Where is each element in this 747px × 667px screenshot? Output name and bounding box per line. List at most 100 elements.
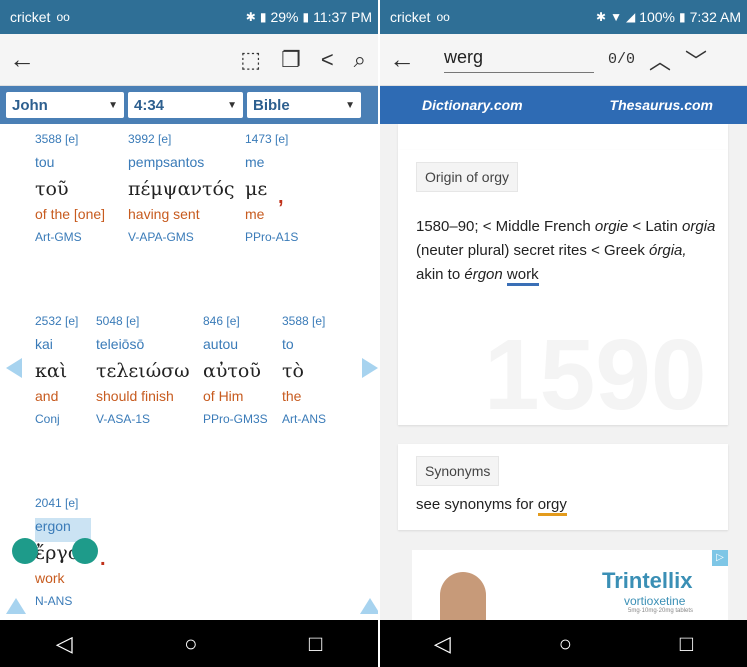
select-all-icon[interactable]: ⬚ [240, 47, 261, 73]
share-icon[interactable]: < [321, 47, 334, 73]
english-gloss: and [35, 388, 59, 404]
english-gloss: of Him [203, 388, 244, 404]
greek-word: τὸ [282, 360, 304, 382]
synonyms-text: see synonyms for orgy [416, 496, 567, 516]
voicemail-icon: oo [56, 10, 70, 24]
version-select[interactable]: Bible ▼ [247, 92, 361, 118]
nav-back-button[interactable]: ◁ [434, 631, 451, 657]
greek-word: καὶ [35, 360, 68, 382]
interlinear-word[interactable]: 3992 [e] pempsantos πέμψαντός having sen… [128, 132, 235, 244]
chevron-down-icon: ▼ [108, 99, 118, 111]
battery-icon: ▮ [302, 10, 310, 24]
bluetooth-icon: ✱ [596, 10, 607, 24]
nav-recents-button[interactable]: □ [680, 631, 693, 657]
chevron-down-icon: ▼ [345, 99, 355, 111]
transliteration: teleiōsō [96, 336, 145, 352]
ad-image [440, 572, 486, 620]
battery-percent: 100% [639, 9, 676, 25]
clock: 11:37 PM [313, 9, 372, 25]
wifi-icon: ▼ [610, 10, 622, 24]
back-arrow-icon[interactable]: ← [380, 44, 424, 75]
carrier-label: cricket [390, 9, 431, 25]
strongs-number[interactable]: 2041 [e] [35, 496, 91, 518]
signal-icon: ▮ [259, 10, 267, 24]
interlinear-word[interactable]: 3588 [e] tou τοῦ of the [one] Art-GMS [35, 132, 105, 244]
nav-recents-button[interactable]: □ [309, 631, 322, 657]
previous-verse-icon[interactable] [6, 358, 22, 378]
interlinear-word[interactable]: 5048 [e] teleiōsō τελειώσω should finish… [96, 314, 190, 426]
english-gloss: having sent [128, 206, 200, 222]
android-nav-bar: ◁ ○ □ [380, 620, 747, 667]
back-arrow-icon[interactable]: ← [0, 44, 44, 75]
dictionary-browser-screen: cricket oo ✱ ▼ ◢ 100% ▮ 7:32 AM ← werg 0… [380, 0, 747, 667]
nav-home-button[interactable]: ○ [559, 631, 572, 657]
synonyms-heading: Synonyms [416, 456, 500, 486]
previous-card [398, 124, 728, 150]
status-bar: cricket oo ✱ ▼ ◢ 100% ▮ 7:32 AM [380, 0, 747, 34]
english-gloss: of the [one] [35, 206, 106, 222]
greek-word: αὐτοῦ [203, 360, 261, 382]
chevron-up-icon[interactable]: ︿ [649, 44, 671, 76]
strongs-number[interactable]: 3588 [e] [282, 314, 326, 336]
morphology-code[interactable]: N-ANS [35, 594, 91, 608]
ad-fineprint: 5mg·10mg·20mg tablets [628, 608, 694, 614]
next-verse-icon[interactable] [362, 358, 378, 378]
nav-back-button[interactable]: ◁ [56, 631, 73, 657]
year-watermark: 1590 [484, 319, 707, 425]
greek-word: πέμψαντός [128, 178, 235, 200]
morphology-code[interactable]: Art-ANS [282, 412, 326, 426]
interlinear-word[interactable]: 2532 [e] kai καὶ and Conj [35, 314, 78, 426]
dictionary-logo[interactable]: Dictionary.com [422, 97, 523, 113]
verse-select[interactable]: 4:34 ▼ [128, 92, 243, 118]
strongs-number[interactable]: 846 [e] [203, 314, 268, 336]
strongs-number[interactable]: 2532 [e] [35, 314, 78, 336]
ad-subtitle: vortioxetine [624, 594, 686, 608]
morphology-code[interactable]: Conj [35, 412, 78, 426]
transliteration: autou [203, 336, 239, 352]
transliteration: pempsantos [128, 154, 205, 170]
chevron-down-icon[interactable]: ﹀ [685, 44, 707, 76]
interlinear-word[interactable]: 3588 [e] to τὸ the Art-ANS [282, 314, 326, 426]
strongs-number[interactable]: 1473 [e] [245, 132, 298, 154]
match-count: 0/0 [608, 51, 636, 68]
chevron-down-icon: ▼ [227, 99, 237, 111]
english-gloss: the [282, 388, 302, 404]
punctuation-period: . [100, 548, 106, 570]
selection-handle-end[interactable] [72, 538, 98, 564]
transliteration: to [282, 336, 294, 352]
book-select[interactable]: John ▼ [6, 92, 124, 118]
strongs-number[interactable]: 3588 [e] [35, 132, 105, 154]
morphology-code[interactable]: V-ASA-1S [96, 412, 190, 426]
status-bar: cricket oo ✱ ▮ 29% ▮ 11:37 PM [0, 0, 378, 34]
copy-icon[interactable]: ❐ [281, 47, 301, 73]
greek-word: τελειώσω [96, 360, 190, 382]
orgy-synonyms-link[interactable]: orgy [537, 496, 567, 516]
morphology-code[interactable]: V-APA-GMS [128, 230, 235, 244]
work-link[interactable]: work [506, 266, 539, 286]
interlinear-word[interactable]: 846 [e] autou αὐτοῦ of Him PPro-GM3S [203, 314, 268, 426]
selection-handle-start[interactable] [12, 538, 38, 564]
strongs-number[interactable]: 3992 [e] [128, 132, 235, 154]
adchoices-icon[interactable]: ▷ [712, 550, 728, 566]
thesaurus-link[interactable]: Thesaurus.com [610, 97, 713, 113]
find-in-page-bar: ← werg 0/0 ︿ ﹀ [380, 34, 747, 86]
transliteration: me [245, 154, 265, 170]
morphology-code[interactable]: PPro-A1S [245, 230, 298, 244]
morphology-code[interactable]: PPro-GM3S [203, 412, 268, 426]
find-input[interactable]: werg [444, 47, 594, 73]
scroll-up-icon[interactable] [6, 598, 26, 614]
site-header: Dictionary.com Thesaurus.com [380, 86, 747, 124]
advertisement[interactable]: Trintellix vortioxetine 5mg·10mg·20mg ta… [412, 550, 728, 620]
morphology-code[interactable]: Art-GMS [35, 230, 105, 244]
scroll-up-icon[interactable] [360, 598, 378, 614]
english-gloss: should finish [96, 388, 174, 404]
transliteration: tou [35, 154, 55, 170]
passage-selector: John ▼ 4:34 ▼ Bible ▼ [0, 86, 378, 124]
search-icon[interactable]: ⌕ [354, 47, 366, 73]
strongs-number[interactable]: 5048 [e] [96, 314, 190, 336]
interlinear-word[interactable]: 1473 [e] me με me PPro-A1S [245, 132, 298, 244]
signal-icon: ◢ [625, 10, 636, 24]
synonyms-card: Synonyms see synonyms for orgy [398, 444, 728, 530]
interlinear-verse: 3588 [e] tou τοῦ of the [one] Art-GMS 39… [0, 124, 378, 620]
nav-home-button[interactable]: ○ [184, 631, 197, 657]
